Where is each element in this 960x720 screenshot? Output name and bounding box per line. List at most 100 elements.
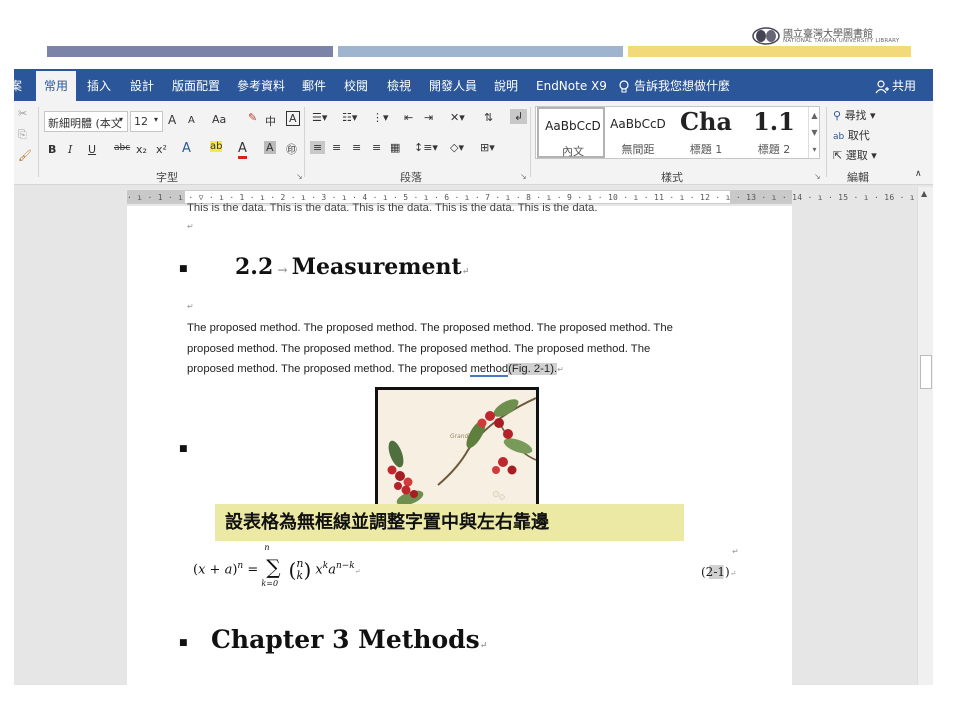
copy-icon[interactable]: ⎘	[18, 128, 27, 142]
styles-scroll-buttons[interactable]: ▲ ▼ ▾	[808, 107, 820, 158]
increase-indent-icon[interactable]: ⇥	[424, 111, 433, 124]
justify-icon[interactable]: ≡	[372, 141, 381, 154]
tab-help[interactable]: 說明	[494, 69, 518, 101]
style-sample: AaBbCcD	[610, 117, 666, 131]
select-button[interactable]: ⇱ 選取 ▾	[833, 147, 877, 163]
svg-text:· · · · · · ·: · · · · · · ·	[452, 461, 464, 465]
grow-font-button[interactable]: A	[168, 113, 176, 127]
style-heading-1[interactable]: Cha 標題 1	[672, 107, 740, 158]
bold-button[interactable]: B	[48, 143, 56, 156]
text-effects-icon[interactable]: A	[182, 141, 191, 156]
style-name: 標題 1	[689, 143, 723, 156]
character-shading-icon[interactable]: A	[264, 141, 276, 154]
tab-endnote[interactable]: EndNote X9	[536, 69, 607, 101]
collapse-ribbon-icon[interactable]: ∧	[915, 169, 922, 179]
font-size-value: 12	[134, 115, 148, 128]
format-painter-icon[interactable]: 🖌	[18, 149, 32, 162]
equation-number: (2-1)↵	[701, 565, 737, 579]
tab-file-partial[interactable]: 案	[14, 69, 22, 101]
align-left-icon[interactable]: ≡	[310, 141, 326, 154]
styles-dialog-launcher-icon[interactable]: ↘	[814, 172, 821, 181]
cut-icon[interactable]: ✂	[18, 107, 27, 120]
search-icon: ⚲	[833, 109, 842, 122]
tell-me-search[interactable]: 告訴我您想做什麼	[634, 69, 730, 101]
scroll-up-icon[interactable]: ▲	[921, 189, 927, 198]
bullets-icon[interactable]: ☰▾	[312, 111, 327, 124]
tab-review[interactable]: 校閱	[344, 69, 368, 101]
paragraph-mark: ↵	[732, 547, 739, 556]
tab-mailings[interactable]: 郵件	[302, 69, 326, 101]
library-logo: 國立臺灣大學圖書館 NATIONAL TAIWAN UNIVERSITY LIB…	[752, 25, 917, 47]
paragraph-mark: ↵	[187, 222, 194, 231]
paragraph-dialog-launcher-icon[interactable]: ↘	[520, 172, 527, 181]
ribbon: ✂ ⎘ 🖌 新細明體 (本文 ▾ 12 ▾ A A Aa ✎ 中 A B I U…	[14, 101, 933, 185]
tab-developer[interactable]: 開發人員	[429, 69, 477, 101]
annotation-text: 設表格為無框線並調整字置中與左右靠邊	[225, 512, 549, 533]
style-name: 標題 2	[757, 143, 791, 156]
phonetic-guide-icon[interactable]: 中	[265, 113, 276, 129]
select-label: 選取	[845, 149, 868, 162]
superscript-button[interactable]: x²	[156, 143, 167, 156]
enclose-characters-icon[interactable]: ㊞	[286, 141, 297, 157]
strikethrough-button[interactable]: abc	[114, 143, 130, 153]
tab-references[interactable]: 參考資料	[237, 69, 285, 101]
sort-icon[interactable]: ⇅	[484, 111, 493, 124]
decrease-indent-icon[interactable]: ⇤	[404, 111, 413, 124]
borders-icon[interactable]: ⊞▾	[480, 141, 495, 154]
font-dialog-launcher-icon[interactable]: ↘	[296, 172, 303, 181]
scroll-thumb[interactable]	[920, 355, 932, 389]
font-name-select[interactable]: 新細明體 (本文 ▾	[44, 111, 128, 132]
body-text-line: proposed method. The proposed method. Th…	[187, 343, 651, 355]
figure-reference-field[interactable]: (Fig. 2-1).	[508, 363, 558, 375]
tab-insert[interactable]: 插入	[87, 69, 111, 101]
binomial-equation[interactable]: (x + a)n = ∑ n k=0 (n k) xkan−k↵	[193, 543, 361, 588]
character-border-icon[interactable]: A	[286, 111, 300, 126]
style-heading-2[interactable]: 1.1 標題 2	[740, 107, 808, 158]
show-paragraph-marks-icon[interactable]: ↲	[510, 109, 528, 124]
section-title: Measurement	[291, 254, 462, 280]
style-name: 無間距	[621, 143, 655, 156]
distributed-icon[interactable]: ▦	[390, 141, 400, 154]
annotation-banner: 設表格為無框線並調整字置中與左右靠邊	[215, 504, 684, 541]
style-no-spacing[interactable]: AaBbCcD 無間距	[604, 107, 672, 158]
library-emblem-icon	[752, 27, 780, 45]
tab-home[interactable]: 常用	[36, 71, 77, 101]
replace-label: 取代	[847, 129, 870, 142]
multilevel-list-icon[interactable]: ⋮▾	[372, 111, 389, 124]
change-case-button[interactable]: Aa	[212, 113, 226, 126]
vertical-scrollbar[interactable]: ▲	[917, 187, 933, 685]
chinese-layout-icon[interactable]: ✕▾	[450, 111, 465, 124]
underline-button[interactable]: U	[88, 143, 96, 156]
cross-reference-link[interactable]: method	[470, 363, 509, 377]
numbering-icon[interactable]: ☷▾	[342, 111, 357, 124]
style-sample: Cha	[679, 107, 733, 136]
font-size-select[interactable]: 12 ▾	[130, 111, 163, 132]
subscript-button[interactable]: x₂	[136, 143, 147, 156]
align-right-icon[interactable]: ≡	[352, 141, 361, 154]
replace-button[interactable]: ab 取代	[833, 127, 870, 143]
tab-design[interactable]: 設計	[130, 69, 154, 101]
tab-view[interactable]: 檢視	[387, 69, 411, 101]
shading-icon[interactable]: ◇▾	[450, 141, 464, 154]
font-color-icon[interactable]: A	[238, 141, 247, 159]
tab-layout[interactable]: 版面配置	[172, 69, 220, 101]
highlight-icon[interactable]: ab	[210, 141, 223, 152]
find-button[interactable]: ⚲ 尋找 ▾	[833, 107, 876, 123]
paragraph-mark: ↵	[187, 302, 194, 311]
share-button[interactable]: 共用	[892, 69, 916, 101]
italic-button[interactable]: I	[68, 143, 72, 156]
figure-bullet: ■	[179, 444, 188, 454]
chevron-down-icon: ▾	[154, 115, 159, 124]
shrink-font-button[interactable]: A	[188, 115, 195, 126]
style-normal[interactable]: AaBbCcD 內文	[537, 107, 605, 158]
chevron-down-icon: ▾	[119, 115, 124, 124]
cherry-branch-illustration: · · · · · · · · · · · · · · · · · · · · ·…	[378, 390, 536, 509]
heading-bullet: ■	[179, 638, 188, 648]
svg-text:· · · · · · ·: · · · · · · ·	[452, 467, 464, 471]
cherry-illustration-image[interactable]: · · · · · · · · · · · · · · · · · · · · ·…	[375, 387, 539, 512]
document-page[interactable]: This is the data. This is the data. This…	[127, 202, 792, 685]
word-window: 案 常用 插入 設計 版面配置 參考資料 郵件 校閱 檢視 開發人員 說明 En…	[14, 69, 933, 685]
align-center-icon[interactable]: ≡	[332, 141, 341, 154]
line-spacing-icon[interactable]: ↕≡▾	[414, 141, 438, 154]
clear-formatting-icon[interactable]: ✎	[248, 111, 257, 124]
